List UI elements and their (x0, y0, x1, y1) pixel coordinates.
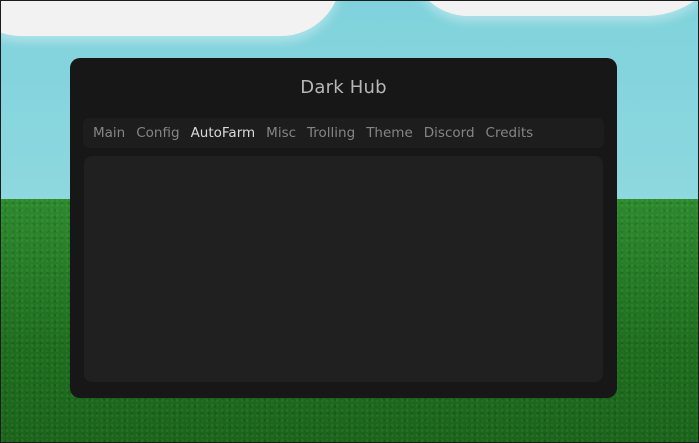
tab-misc[interactable]: Misc (266, 125, 296, 141)
dark-hub-window[interactable]: Dark Hub Main Config AutoFarm Misc Troll… (70, 58, 617, 398)
tab-trolling[interactable]: Trolling (307, 125, 355, 141)
tab-main[interactable]: Main (93, 125, 125, 141)
tab-discord[interactable]: Discord (424, 125, 475, 141)
cloud (411, 1, 698, 16)
tab-bar: Main Config AutoFarm Misc Trolling Theme… (83, 118, 604, 148)
tab-config[interactable]: Config (136, 125, 179, 141)
game-viewport: Dark Hub Main Config AutoFarm Misc Troll… (0, 0, 699, 443)
tab-content-panel (84, 156, 603, 382)
cloud (1, 1, 341, 36)
window-title: Dark Hub (300, 77, 387, 98)
tab-theme[interactable]: Theme (366, 125, 413, 141)
tab-autofarm[interactable]: AutoFarm (191, 125, 256, 141)
tab-credits[interactable]: Credits (486, 125, 534, 141)
